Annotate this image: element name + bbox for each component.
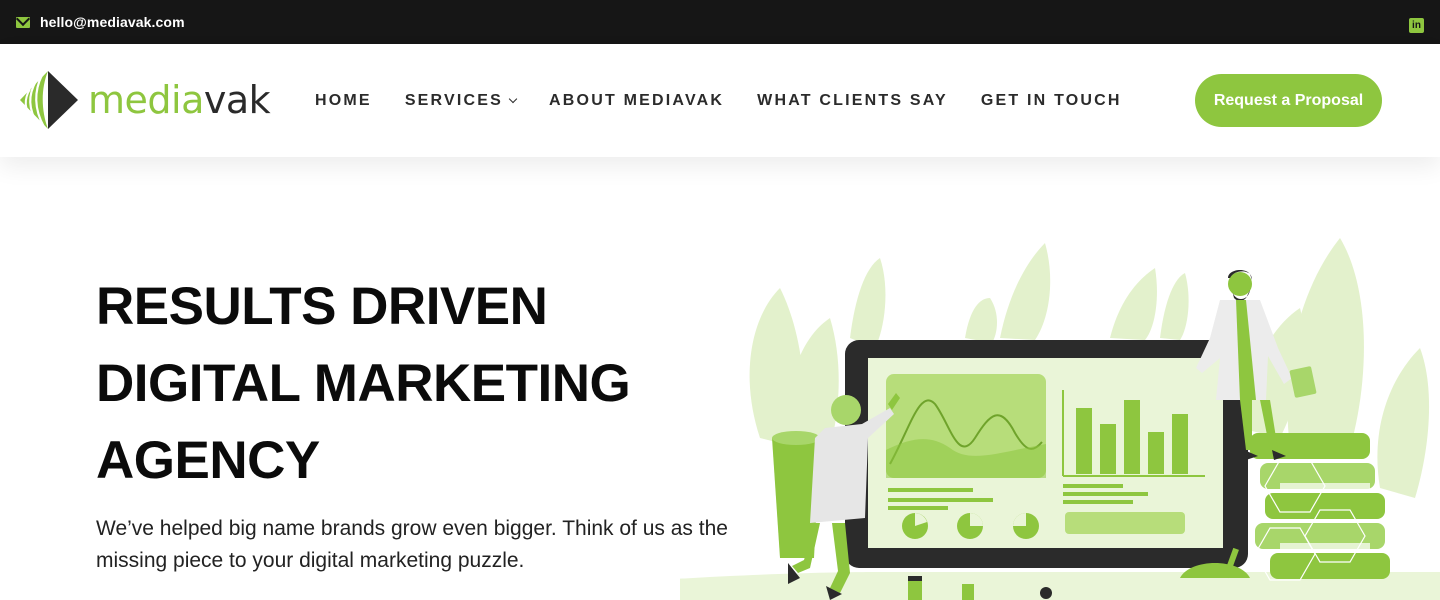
site-header: mediavak HOME SERVICES ABOUT MEDIAVAK WH… [0,44,1440,157]
nav-contact[interactable]: GET IN TOUCH [981,92,1122,110]
main-nav: HOME SERVICES ABOUT MEDIAVAK WHAT CLIENT… [315,92,1155,110]
logo-wordmark: mediavak [88,78,271,122]
nav-services[interactable]: SERVICES [405,92,518,110]
email-link[interactable]: hello@mediavak.com [40,14,185,30]
request-proposal-button[interactable]: Request a Proposal [1195,74,1382,127]
nav-testimonials[interactable]: WHAT CLIENTS SAY [757,92,948,110]
hero-illustration [680,238,1440,600]
contact-email[interactable]: hello@mediavak.com [16,14,185,30]
hero-description: We’ve helped big name brands grow even b… [96,517,728,572]
logo-mark-icon [20,71,78,129]
envelope-icon [16,16,30,28]
chevron-down-icon [508,94,518,104]
hero-title: RESULTS DRIVEN DIGITAL MARKETING AGENCY [96,277,631,490]
linkedin-icon[interactable]: in [1409,18,1424,33]
nav-home[interactable]: HOME [315,92,372,110]
logo[interactable]: mediavak [18,69,271,131]
top-bar: hello@mediavak.com in [0,0,1440,44]
nav-about[interactable]: ABOUT MEDIAVAK [549,92,724,110]
